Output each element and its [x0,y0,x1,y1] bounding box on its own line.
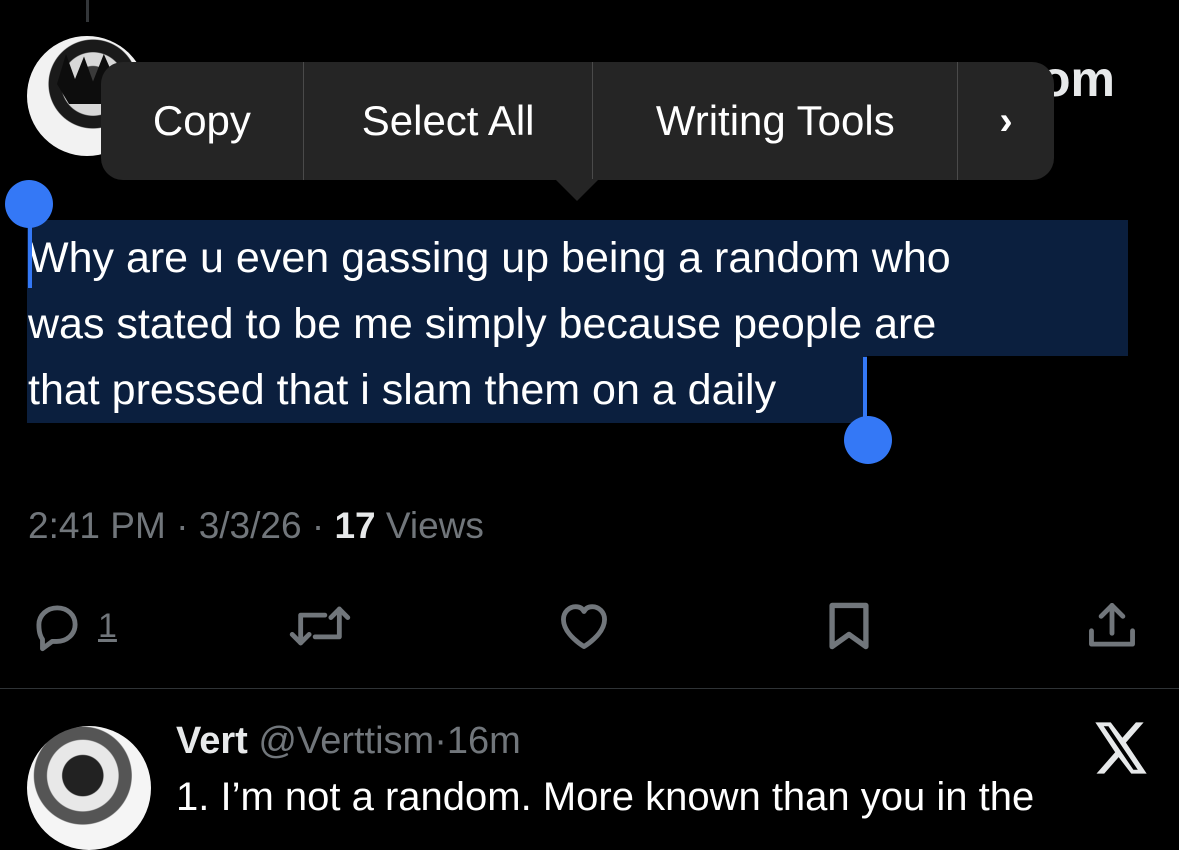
views-label[interactable]: Views [386,505,484,546]
copy-menu-item[interactable]: Copy [101,62,303,180]
tweet-date: 3/3/26 [198,505,302,546]
selection-end-knob[interactable] [844,416,892,464]
selection-start-handle[interactable] [28,222,32,288]
writing-tools-menu-item[interactable]: Writing Tools [593,62,957,180]
bookmark-button[interactable] [820,590,878,662]
tweet-text-line: that pressed that i slam them on a daily [28,366,777,414]
reply-display-name[interactable]: Vert [176,720,248,762]
more-menu-item[interactable]: › [958,62,1054,180]
views-count[interactable]: 17 [334,505,375,546]
tweet-text-line: was stated to be me simply because peopl… [28,300,937,348]
divider [0,688,1179,689]
tweet-meta: 2:41 PM · 3/3/26 · 17 Views [28,505,484,547]
x-logo-icon [1095,722,1147,774]
reply-text[interactable]: 1. I’m not a random. More known than you… [176,775,1034,820]
tweet-text-line: Why are u even gassing up being a random… [28,234,951,282]
context-menu-pointer [555,179,599,201]
meta-separator: · [311,505,325,546]
reply-count: 1 [98,606,117,645]
meta-separator: · [176,505,189,546]
share-icon [1089,603,1135,647]
select-all-menu-item[interactable]: Select All [304,62,593,180]
reply-avatar[interactable] [27,726,151,850]
reply-time[interactable]: 16m [447,720,521,762]
bookmark-icon [829,602,869,650]
text-context-menu: Copy Select All Writing Tools › [101,62,1054,180]
reply-header: Vert @Verttism·16m [176,720,521,763]
reply-icon [36,605,78,652]
selection-start-knob[interactable] [5,180,53,228]
meta-separator: · [434,720,447,762]
repost-icon [289,606,351,646]
share-button[interactable] [1083,590,1141,662]
like-icon [561,604,607,649]
tweet-text[interactable]: Why are u even gassing up being a random… [28,225,1138,423]
repost-button[interactable] [285,590,355,662]
like-button[interactable] [553,590,615,662]
selection-end-handle[interactable] [863,357,867,419]
thread-connector-line [86,0,89,22]
tweet-action-bar: 1 [0,590,1179,670]
reply-button[interactable]: 1 [28,590,117,662]
reply-handle[interactable]: @Verttism [258,720,434,762]
tweet-time: 2:41 PM [28,505,166,546]
